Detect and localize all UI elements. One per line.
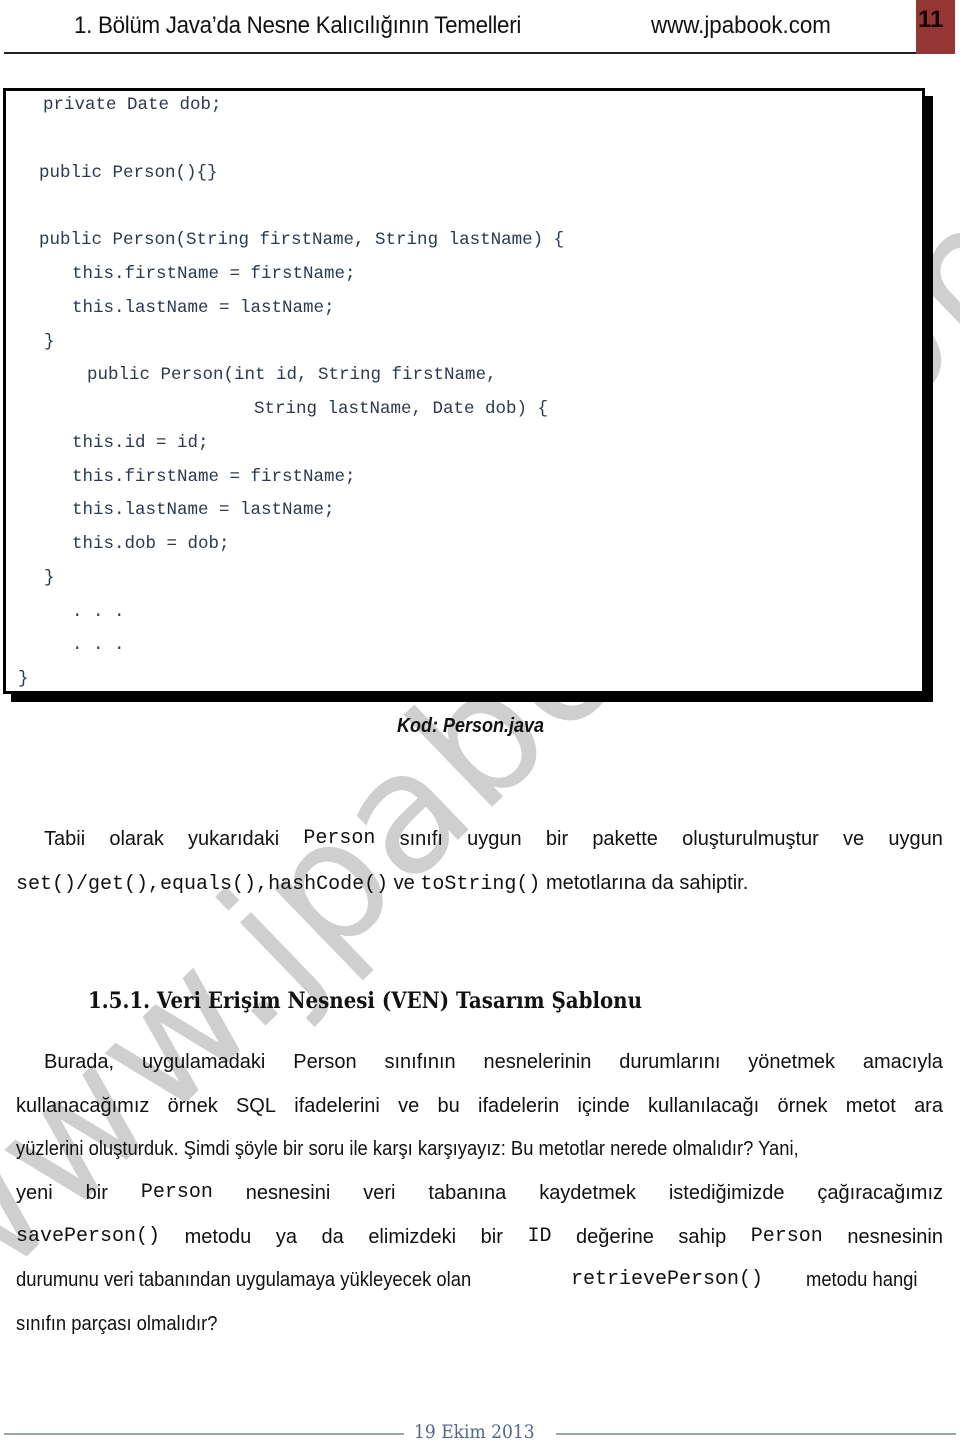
text: metotlarına da sahiptir. (545, 872, 749, 894)
word: örnek (167, 1095, 218, 1117)
header-divider (4, 52, 916, 54)
word: bir (85, 1182, 108, 1204)
word: nesnelerinin (483, 1051, 592, 1073)
text: metodu hangi (806, 1269, 918, 1291)
word: nesnesini (245, 1182, 331, 1204)
paragraph-line: savePerson() metodu ya da elimizdeki bir… (16, 1215, 943, 1259)
code-content: private Date dob; public Person(){} publ… (6, 91, 564, 689)
word: metodu (184, 1226, 252, 1248)
inline-code: equals(), (160, 873, 269, 896)
word: ifadelerini (294, 1095, 380, 1117)
word: Burada, (44, 1051, 115, 1073)
paragraph-line: yeni bir Person nesnesini veri tabanına … (16, 1171, 943, 1215)
code-line: public Person(String firstName, String l… (39, 230, 565, 250)
footer-rule-right (556, 1433, 956, 1435)
text: durumunu veri tabanından uygulamaya yükl… (16, 1269, 472, 1291)
footer-date: 19 Ekim 2013 (414, 1421, 535, 1443)
code-line: } (44, 332, 55, 352)
inline-code: retrievePerson() (571, 1268, 764, 1291)
word: bir (545, 828, 569, 850)
word: Person (293, 1051, 357, 1073)
word: da (321, 1226, 344, 1248)
code-line: } (18, 669, 29, 689)
code-line: . . . (72, 602, 125, 622)
code-line: this.dob = dob; (72, 534, 230, 554)
word: bir (480, 1226, 503, 1248)
page-number: 11 (918, 6, 944, 33)
word: Tabii (44, 828, 86, 850)
code-line: . . . (72, 635, 125, 655)
word: uygun (888, 828, 943, 850)
code-line: this.id = id; (72, 433, 209, 453)
paragraph-line: yüzlerini oluşturduk. Şimdi şöyle bir so… (16, 1138, 799, 1160)
word: amacıyla (862, 1051, 943, 1073)
page-number-badge: 11 (916, 0, 955, 54)
word: kaydetmek (539, 1182, 636, 1204)
word: oluşturulmuştur (682, 828, 819, 850)
word: metot (845, 1095, 896, 1117)
word: elimizdeki (368, 1226, 457, 1248)
code-caption: Kod: Person.java (397, 715, 545, 737)
word: ya (275, 1226, 297, 1248)
site-link[interactable]: www.jpabook.com (651, 12, 831, 40)
code-line: private Date dob; (43, 95, 222, 115)
code-line: this.firstName = firstName; (72, 264, 356, 284)
inline-code: hashCode() (268, 873, 389, 896)
inline-code: Person (750, 1225, 823, 1248)
word: kullanılacağı (648, 1095, 760, 1117)
word: bu (437, 1095, 460, 1117)
word: veri (363, 1182, 396, 1204)
inline-code: ID (527, 1225, 552, 1248)
code-block: private Date dob; public Person(){} publ… (3, 88, 925, 694)
word: sınıfının (384, 1051, 456, 1073)
word: içinde (577, 1095, 630, 1117)
word: uygulamadaki (141, 1051, 266, 1073)
word: sahip (678, 1226, 727, 1248)
inline-code: toString() (420, 873, 541, 896)
word: sınıfı (399, 828, 443, 850)
code-line: String lastName, Date dob) { (254, 399, 549, 419)
word: değerine (576, 1226, 654, 1248)
code-line: public Person(int id, String firstName, (87, 365, 497, 385)
inline-code: savePerson() (16, 1225, 161, 1248)
code-line: this.firstName = firstName; (72, 467, 356, 487)
paragraph-line: durumunu veri tabanından uygulamaya yükl… (16, 1258, 943, 1302)
word: yönetmek (748, 1051, 835, 1073)
code-line: this.lastName = lastName; (72, 298, 335, 318)
word: uygun (467, 828, 522, 850)
word: çağıracağımız (817, 1182, 943, 1204)
word: tabanına (428, 1182, 507, 1204)
word: yukarıdaki (188, 828, 280, 850)
word: yeni (16, 1182, 53, 1204)
paragraph-line: kullanacağımız örnek SQL ifadelerini ve … (16, 1084, 943, 1128)
word: ara (914, 1095, 943, 1117)
word: ve (393, 872, 415, 894)
section-heading: 1.5.1. Veri Erişim Nesnesi (VEN) Tasarım… (88, 988, 642, 1014)
word: istediğimizde (668, 1182, 785, 1204)
word: ve (398, 1095, 420, 1117)
word: pakette (592, 828, 658, 850)
code-line: this.lastName = lastName; (72, 500, 335, 520)
word: durumlarını (619, 1051, 721, 1073)
word: nesnesinin (847, 1226, 943, 1248)
paragraph-line: set()/get(),equals(),hashCode() ve toStr… (16, 861, 943, 907)
word: olarak (109, 828, 164, 850)
paragraph-line: Tabii olarak yukarıdaki Person sınıfı uy… (44, 817, 943, 861)
code-line: public Person(){} (39, 163, 218, 183)
inline-code: set()/get(), (16, 873, 161, 896)
footer-rule-left (4, 1433, 404, 1435)
paragraph-line: sınıfın parçası olmalıdır? (16, 1313, 218, 1335)
word: kullanacağımız (16, 1095, 150, 1117)
chapter-title: 1. Bölüm Java’da Nesne Kalıcılığının Tem… (74, 12, 522, 39)
word: örnek (777, 1095, 828, 1117)
code-line: } (44, 568, 55, 588)
inline-code: Person (140, 1181, 213, 1204)
paragraph-line: Burada, uygulamadaki Person sınıfının ne… (44, 1040, 943, 1084)
word: SQL (235, 1095, 276, 1117)
word: ve (843, 828, 865, 850)
inline-code: Person (303, 827, 376, 850)
word: ifadelerin (478, 1095, 560, 1117)
